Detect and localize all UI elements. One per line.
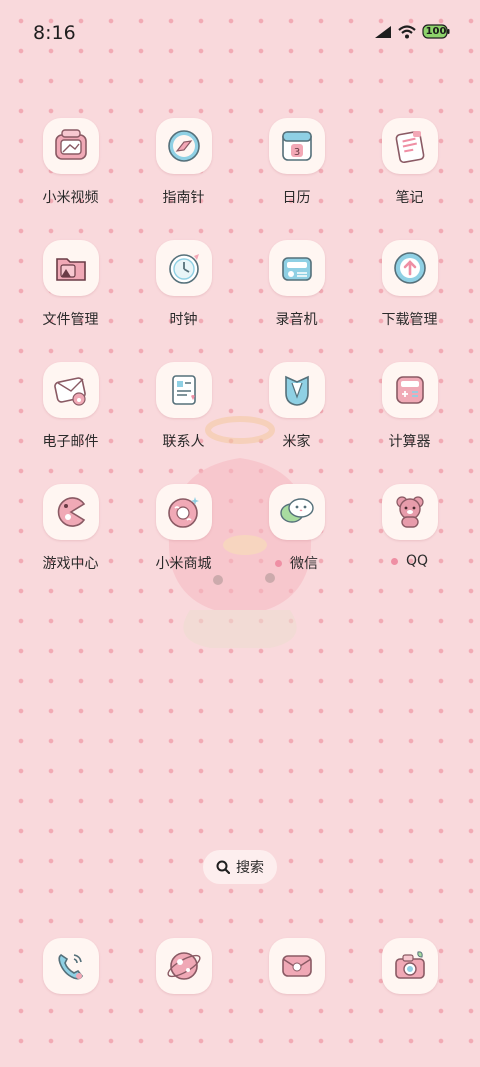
app-compass[interactable]: 指南针 bbox=[127, 118, 240, 240]
app-row: 文件管理 时钟 录音机 下载管理 bbox=[14, 240, 466, 362]
battery-level: 100 bbox=[425, 26, 447, 37]
battery-icon: 100 bbox=[422, 24, 450, 39]
camera-icon bbox=[394, 951, 425, 979]
app-xiaomi-mall[interactable]: 小米商城 bbox=[127, 484, 240, 606]
signal-icon bbox=[375, 25, 391, 38]
contacts-icon bbox=[171, 375, 196, 405]
app-xiaomi-video[interactable]: 小米视频 bbox=[14, 118, 127, 240]
shop-icon bbox=[167, 497, 199, 528]
folder-icon bbox=[55, 258, 86, 281]
notes-icon bbox=[395, 130, 424, 164]
messages-icon bbox=[281, 955, 312, 977]
app-label: 微信 bbox=[275, 553, 318, 573]
app-label-text: 微信 bbox=[290, 556, 318, 572]
app-row: 电子邮件 联系人 米家 计算器 bbox=[14, 362, 466, 484]
download-icon bbox=[393, 252, 426, 284]
status-time: 8:16 bbox=[33, 22, 76, 44]
app-calendar[interactable]: 3 日历 bbox=[240, 118, 353, 240]
app-label: QQ bbox=[390, 553, 429, 569]
app-qq[interactable]: QQ bbox=[353, 484, 466, 606]
app-email[interactable]: 电子邮件 bbox=[14, 362, 127, 484]
app-game-center[interactable]: 游戏中心 bbox=[14, 484, 127, 606]
app-download-manager[interactable]: 下载管理 bbox=[353, 240, 466, 362]
app-notes[interactable]: 笔记 bbox=[353, 118, 466, 240]
app-label-text: QQ bbox=[405, 553, 429, 569]
app-grid: 小米视频 指南针 3 日历 笔记 文件管理 时钟 录音机 下载管理 电子邮件 联… bbox=[14, 118, 466, 606]
app-clock[interactable]: 时钟 bbox=[127, 240, 240, 362]
app-row: 游戏中心 小米商城 微信 QQ bbox=[14, 484, 466, 606]
app-label: 下载管理 bbox=[381, 312, 438, 328]
app-contacts[interactable]: 联系人 bbox=[127, 362, 240, 484]
app-wechat[interactable]: 微信 bbox=[240, 484, 353, 606]
app-label: 米家 bbox=[282, 434, 311, 450]
app-label: 小米视频 bbox=[42, 190, 99, 206]
app-row: 小米视频 指南针 3 日历 笔记 bbox=[14, 118, 466, 240]
game-icon bbox=[57, 497, 85, 527]
video-icon bbox=[54, 129, 87, 160]
calculator-icon bbox=[395, 376, 424, 404]
status-bar: 8:16 100 bbox=[0, 0, 480, 66]
app-label: 录音机 bbox=[275, 312, 318, 328]
clock-icon bbox=[168, 254, 199, 284]
app-label: 小米商城 bbox=[155, 556, 212, 572]
wifi-icon bbox=[398, 24, 416, 38]
app-label: 时钟 bbox=[169, 312, 198, 328]
phone-icon bbox=[57, 954, 83, 980]
app-label: 笔记 bbox=[395, 190, 424, 206]
search-icon bbox=[216, 860, 230, 874]
search-button[interactable]: 搜索 bbox=[203, 850, 277, 884]
mail-icon bbox=[53, 377, 86, 406]
app-label: 文件管理 bbox=[42, 312, 99, 328]
dock-camera[interactable] bbox=[353, 938, 466, 998]
browser-icon bbox=[166, 952, 201, 980]
dock-phone[interactable] bbox=[14, 938, 127, 998]
status-icons: 100 bbox=[374, 24, 450, 39]
search-label: 搜索 bbox=[236, 860, 264, 876]
dock bbox=[14, 938, 466, 998]
app-label: 计算器 bbox=[388, 434, 431, 450]
new-install-dot bbox=[275, 559, 282, 567]
compass-icon bbox=[167, 130, 200, 162]
app-calculator[interactable]: 计算器 bbox=[353, 362, 466, 484]
app-mijia[interactable]: 米家 bbox=[240, 362, 353, 484]
app-recorder[interactable]: 录音机 bbox=[240, 240, 353, 362]
recorder-icon bbox=[281, 257, 312, 281]
dock-browser[interactable] bbox=[127, 938, 240, 998]
calendar-icon: 3 bbox=[281, 131, 312, 161]
dock-messages[interactable] bbox=[240, 938, 353, 998]
app-label: 联系人 bbox=[162, 434, 205, 450]
new-install-dot bbox=[390, 557, 398, 565]
qq-icon bbox=[395, 496, 424, 528]
calendar-day: 3 bbox=[293, 147, 299, 158]
app-label: 指南针 bbox=[162, 190, 205, 206]
app-label: 日历 bbox=[282, 190, 311, 206]
app-file-manager[interactable]: 文件管理 bbox=[14, 240, 127, 362]
app-label: 电子邮件 bbox=[42, 434, 99, 450]
wechat-icon bbox=[279, 498, 314, 523]
mijia-icon bbox=[284, 375, 309, 406]
app-label: 游戏中心 bbox=[42, 556, 99, 572]
